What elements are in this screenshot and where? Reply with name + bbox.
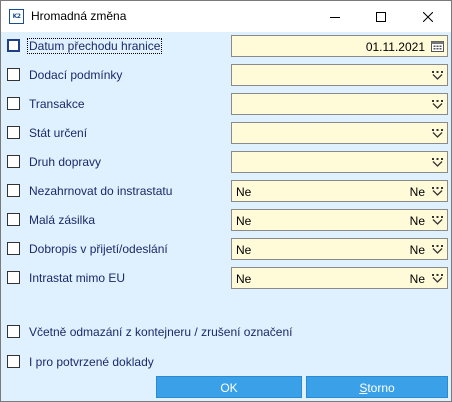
mala-zasilka-field[interactable]: Ne Ne [231, 209, 448, 231]
checkbox-mala-zasilka[interactable] [7, 213, 20, 226]
checkbox-druh-dopravy[interactable] [7, 155, 20, 168]
dropdown-icon[interactable] [431, 272, 444, 284]
checkbox-dobropis[interactable] [7, 242, 20, 255]
row-datum-prechodu-hranice: Datum přechodu hranice 01.11.2021 [1, 35, 451, 57]
intrastat-mimo-eu-value-right: Ne [409, 272, 425, 286]
dropdown-icon[interactable] [431, 243, 444, 255]
checkbox-datum-prechodu-hranice[interactable] [7, 39, 20, 52]
storno-button-label: torno [367, 381, 395, 395]
checkbox-nezahrnovat[interactable] [7, 184, 20, 197]
label-nezahrnovat: Nezahrnovat do instrastatu [29, 184, 173, 198]
title-bar[interactable]: K2 Hromadná změna [1, 1, 451, 32]
close-icon [423, 11, 433, 22]
dropdown-icon[interactable] [431, 156, 444, 168]
dropdown-icon[interactable] [431, 185, 444, 197]
checkbox-vcetne-odmazani[interactable] [7, 325, 20, 338]
row-intrastat-mimo-eu: Intrastat mimo EU Ne Ne [1, 267, 451, 289]
label-datum-prechodu-hranice: Datum přechodu hranice [26, 38, 163, 54]
row-dodaci-podminky: Dodací podmínky [1, 64, 451, 86]
row-stat-urceni: Stát určení [1, 122, 451, 144]
row-nezahrnovat: Nezahrnovat do instrastatu Ne Ne [1, 180, 451, 202]
window-title: Hromadná změna [31, 9, 127, 23]
nezahrnovat-value: Ne [236, 185, 252, 199]
maximize-button[interactable] [358, 1, 404, 32]
app-icon: K2 [9, 9, 24, 24]
option-vcetne-odmazani: Včetně odmazání z kontejneru / zrušení o… [1, 321, 451, 343]
minimize-icon [330, 16, 340, 18]
intrastat-mimo-eu-field[interactable]: Ne Ne [231, 267, 448, 289]
calendar-icon[interactable] [431, 40, 444, 52]
dropdown-icon[interactable] [431, 69, 444, 81]
dropdown-icon[interactable] [431, 214, 444, 226]
nezahrnovat-field[interactable]: Ne Ne [231, 180, 448, 202]
close-button[interactable] [405, 1, 451, 32]
checkbox-transakce[interactable] [7, 97, 20, 110]
mala-zasilka-value-right: Ne [409, 214, 425, 228]
maximize-icon [376, 11, 386, 22]
date-field[interactable]: 01.11.2021 [231, 35, 448, 57]
mala-zasilka-value: Ne [236, 214, 252, 228]
stat-urceni-field[interactable] [231, 122, 448, 144]
dropdown-icon[interactable] [431, 98, 444, 110]
label-dobropis: Dobropis v přijetí/odeslání [29, 242, 168, 256]
nezahrnovat-value-right: Ne [409, 185, 425, 199]
label-transakce: Transakce [29, 97, 85, 111]
transakce-field[interactable] [231, 93, 448, 115]
row-dobropis: Dobropis v přijetí/odeslání Ne Ne [1, 238, 451, 260]
dodaci-podminky-field[interactable] [231, 64, 448, 86]
label-stat-urceni: Stát určení [29, 126, 88, 140]
option-potvrzene-doklady: I pro potvrzené doklady [1, 351, 451, 373]
label-intrastat-mimo-eu: Intrastat mimo EU [29, 271, 126, 285]
checkbox-intrastat-mimo-eu[interactable] [7, 271, 20, 284]
label-dodaci-podminky: Dodací podmínky [29, 68, 123, 82]
dropdown-icon[interactable] [431, 127, 444, 139]
dialog-window: K2 Hromadná změna Datum přechodu hranice… [0, 0, 452, 402]
date-value: 01.11.2021 [365, 40, 425, 54]
label-druh-dopravy: Druh dopravy [29, 155, 102, 169]
row-druh-dopravy: Druh dopravy [1, 151, 451, 173]
row-transakce: Transakce [1, 93, 451, 115]
intrastat-mimo-eu-value: Ne [236, 272, 252, 286]
checkbox-potvrzene-doklady[interactable] [7, 355, 20, 368]
ok-button-label: OK [220, 381, 238, 395]
dobropis-value: Ne [236, 243, 252, 257]
druh-dopravy-field[interactable] [231, 151, 448, 173]
minimize-button[interactable] [312, 1, 358, 32]
row-mala-zasilka: Malá zásilka Ne Ne [1, 209, 451, 231]
checkbox-stat-urceni[interactable] [7, 126, 20, 139]
checkbox-dodaci-podminky[interactable] [7, 68, 20, 81]
dialog-content: Datum přechodu hranice 01.11.2021 Dodací… [1, 32, 451, 401]
label-mala-zasilka: Malá zásilka [29, 213, 96, 227]
dobropis-value-right: Ne [409, 243, 425, 257]
storno-button[interactable]: Storno [306, 376, 448, 398]
ok-button[interactable]: OK [156, 376, 302, 398]
label-potvrzene-doklady: I pro potvrzené doklady [29, 355, 154, 369]
label-vcetne-odmazani: Včetně odmazání z kontejneru / zrušení o… [29, 325, 293, 339]
dobropis-field[interactable]: Ne Ne [231, 238, 448, 260]
